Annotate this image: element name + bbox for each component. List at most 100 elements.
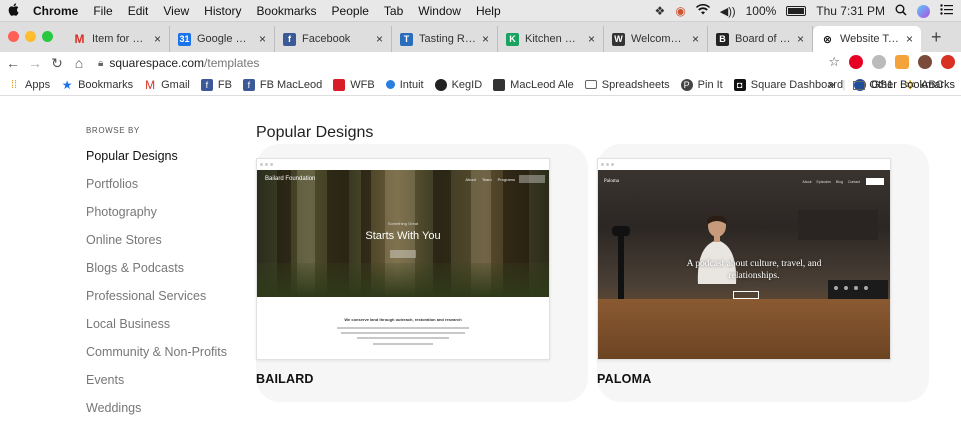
calendar-extension-icon[interactable] [895,55,909,69]
menu-view[interactable]: View [163,4,189,18]
extension-icon[interactable] [872,55,886,69]
preview-window-bar [598,159,890,170]
notification-center-icon[interactable] [940,4,953,18]
menu-bookmarks[interactable]: Bookmarks [257,4,317,18]
minimize-window-icon[interactable] [25,31,36,42]
url-text[interactable]: squarespace.com/templates [109,56,259,70]
close-tab-icon[interactable]: × [692,32,699,46]
bookmark-star-icon[interactable]: ☆ [828,54,840,70]
template-preview[interactable]: Paloma About Episodes Blog Contact A pod… [597,158,891,360]
pinterest-extension-icon[interactable] [849,55,863,69]
siri-icon[interactable] [917,4,930,18]
address-bar[interactable]: 🔒︎ squarespace.com/templates [98,53,918,73]
preview-cta-button [519,175,545,183]
close-tab-icon[interactable]: × [482,32,489,46]
tab-title: Google Calendar [197,33,253,45]
profile-avatar[interactable] [918,55,932,69]
close-tab-icon[interactable]: × [797,32,804,46]
template-name[interactable]: BAILARD [256,372,314,386]
bookmark-label: MacLeod Ale [510,78,574,91]
tab-tasting-room[interactable]: T Tasting Room & × [392,26,498,52]
tab-facebook[interactable]: f Facebook × [275,26,392,52]
back-icon[interactable]: ← [4,55,22,71]
bookmark-spreadsheets[interactable]: Spreadsheets [584,78,670,91]
bookmark-macleod-ale[interactable]: MacLeod Ale [493,78,574,91]
close-tab-icon[interactable]: × [376,32,383,46]
menu-history[interactable]: History [204,4,241,18]
category-blogs-podcasts[interactable]: Blogs & Podcasts [86,261,227,289]
template-preview[interactable]: Bailard Foundation About Team Programs S… [256,158,550,360]
bookmark-bookmarks[interactable]: ★ Bookmarks [61,78,133,92]
bookmark-gmail[interactable]: M Gmail [144,77,190,92]
menu-people[interactable]: People [332,4,369,18]
preview-hero-image: Paloma About Episodes Blog Contact A pod… [598,170,890,359]
tab-board-of-trustees[interactable]: B Board of Trustee × [708,26,813,52]
other-bookmarks[interactable]: Other Bookmarks [853,79,955,91]
menu-edit[interactable]: Edit [128,4,149,18]
bookmark-kegid[interactable]: KegID [434,78,482,91]
bookmark-label: Spreadsheets [601,78,670,91]
close-tab-icon[interactable]: × [259,32,266,46]
bookmark-square-dashboard[interactable]: ◘ Square Dashboard [733,78,843,91]
close-tab-icon[interactable]: × [154,32,161,46]
template-card-bailard[interactable]: Bailard Foundation About Team Programs S… [256,144,588,402]
bookmark-pin-it[interactable]: P Pin It [680,78,723,91]
bookmark-fb-macleod[interactable]: f FB MacLeod [242,78,322,91]
dropbox-icon[interactable]: ❖ [655,4,666,18]
divider: | [842,79,846,91]
tab-item-for-board[interactable]: M Item for Board M × [65,26,170,52]
app-status-icon[interactable]: ◉ [675,4,685,18]
lastpass-extension-icon[interactable] [941,55,955,69]
gmail-icon: M [145,77,156,92]
home-icon[interactable]: ⌂ [70,55,88,71]
category-portfolios[interactable]: Portfolios [86,177,227,205]
close-window-icon[interactable] [8,31,19,42]
category-photography[interactable]: Photography [86,205,227,233]
battery-icon[interactable] [786,6,807,16]
menubar-clock[interactable]: Thu 7:31 PM [816,4,885,18]
category-community-non-profits[interactable]: Community & Non-Profits [86,345,227,373]
apple-menu-icon[interactable] [8,2,19,19]
category-events[interactable]: Events [86,373,227,401]
template-card-paloma[interactable]: Paloma About Episodes Blog Contact A pod… [597,144,929,402]
preview-shelf [798,210,878,240]
bookmark-label: Apps [25,78,51,91]
menu-file[interactable]: File [93,4,112,18]
menu-help[interactable]: Help [476,4,501,18]
close-tab-icon[interactable]: × [588,32,595,46]
new-tab-button[interactable]: + [921,27,952,52]
wifi-icon[interactable] [695,4,710,18]
preview-headline: Starts With You [365,230,441,242]
close-tab-icon[interactable]: × [906,32,913,46]
template-name[interactable]: PALOMA [597,372,651,386]
reload-icon[interactable]: ↻ [48,55,66,72]
preview-nav: About Episodes Blog Contact [802,180,860,184]
volume-icon[interactable]: ◀)) [720,5,736,18]
category-weddings[interactable]: Weddings [86,401,227,429]
category-popular-designs[interactable]: Popular Designs [86,149,227,177]
category-local-business[interactable]: Local Business [86,317,227,345]
category-professional-services[interactable]: Professional Services [86,289,227,317]
zoom-window-icon[interactable] [42,31,53,42]
bookmark-label: Gmail [161,78,190,91]
bookmark-wfb[interactable]: WFB [333,78,375,91]
preview-nav-item: Team [481,177,492,182]
tab-website-templates[interactable]: ⊗ Website Templat × [813,26,921,52]
tab-google-calendar[interactable]: 31 Google Calendar × [170,26,275,52]
bookmarks-overflow-button[interactable]: » [828,79,834,91]
spotlight-search-icon[interactable] [895,4,907,19]
preview-nav-item: Episodes [816,180,831,184]
bookmark-fb[interactable]: f FB [200,78,232,91]
tab-welcome-macleod[interactable]: W Welcome — Mac × [604,26,708,52]
preview-headline: A podcast about culture, travel, and rel… [686,259,822,281]
bookmark-apps[interactable]: ⁞⁞ Apps [8,79,50,91]
tab-kitchen-staff[interactable]: K Kitchen Staff Aw × [498,26,604,52]
forward-icon[interactable]: → [26,55,44,71]
menu-app-name[interactable]: Chrome [33,4,78,18]
menu-window[interactable]: Window [418,4,461,18]
lock-icon[interactable]: 🔒︎ [98,58,103,69]
facebook-icon: f [200,78,213,91]
menu-tab[interactable]: Tab [384,4,403,18]
category-online-stores[interactable]: Online Stores [86,233,227,261]
bookmark-intuit[interactable]: Intuit [385,79,424,91]
